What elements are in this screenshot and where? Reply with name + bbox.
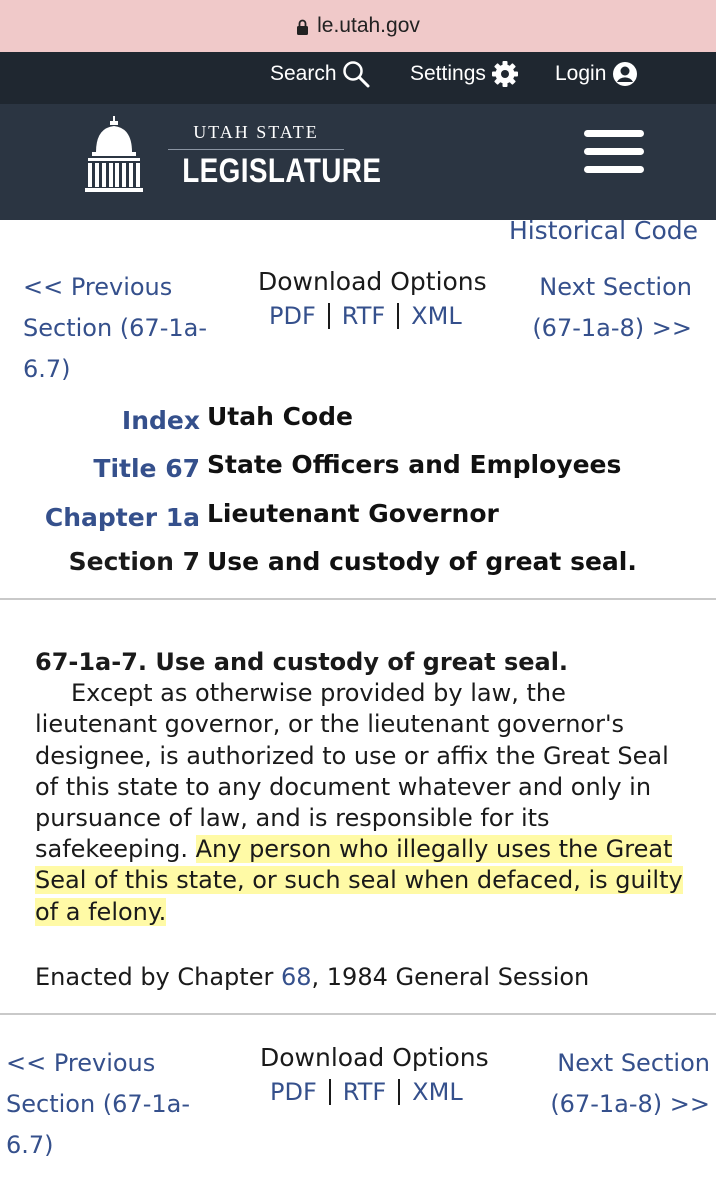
breadcrumb-index-value: Utah Code	[207, 402, 353, 431]
enacted-suffix: , 1984 General Session	[311, 963, 590, 991]
divider	[328, 1079, 331, 1105]
next-section-link-bottom[interactable]: Next Section (67-1a-8) >>	[550, 1043, 710, 1125]
next-line-1: Next Section	[539, 273, 692, 301]
prev-line-2: Section (67-1a-	[6, 1090, 190, 1118]
xml-download-link[interactable]: XML	[411, 302, 462, 330]
breadcrumb-chapter-link[interactable]: Chapter 1a	[45, 503, 200, 532]
settings-button[interactable]: Settings	[410, 52, 519, 96]
pdf-download-link[interactable]: PDF	[269, 302, 316, 330]
browser-url-bar[interactable]: le.utah.gov	[0, 0, 716, 52]
hamburger-menu-button[interactable]	[584, 130, 646, 174]
logo-subtitle: UTAH STATE	[193, 122, 319, 142]
next-line-1: Next Section	[557, 1049, 710, 1077]
logo-title[interactable]: LEGISLATURE	[182, 152, 381, 191]
breadcrumb-section: Section 7 Use and custody of great seal.	[0, 547, 716, 587]
prev-line-3: 6.7)	[6, 1131, 54, 1159]
logo-divider	[168, 149, 344, 150]
user-icon	[613, 62, 638, 86]
breadcrumb-title-value: State Officers and Employees	[207, 450, 622, 479]
menu-bar-icon	[584, 166, 644, 173]
breadcrumb-index-link[interactable]: Index	[122, 406, 200, 435]
download-links-bottom: PDF RTF XML	[270, 1078, 463, 1106]
login-button[interactable]: Login	[555, 52, 639, 96]
section-heading: 67-1a-7. Use and custody of great seal.	[35, 648, 569, 676]
divider	[398, 1079, 401, 1105]
menu-bar-icon	[584, 130, 644, 137]
breadcrumb-chapter-value: Lieutenant Governor	[207, 499, 499, 528]
next-line-2: (67-1a-8) >>	[532, 314, 692, 342]
pdf-download-link[interactable]: PDF	[270, 1078, 317, 1106]
capitol-logo-icon[interactable]	[84, 116, 144, 196]
prev-line-1: << Previous	[23, 273, 173, 301]
historical-code-link[interactable]: Historical Code	[509, 216, 698, 245]
breadcrumb-section-value: Use and custody of great seal.	[207, 547, 637, 576]
next-line-2: (67-1a-8) >>	[550, 1090, 710, 1118]
breadcrumb-chapter: Chapter 1a Lieutenant Governor	[0, 499, 716, 539]
breadcrumb-index: Index Utah Code	[0, 402, 716, 442]
menu-bar-icon	[584, 148, 644, 155]
url-text: le.utah.gov	[317, 14, 420, 37]
download-options-title-bottom: Download Options	[260, 1043, 489, 1072]
divider	[0, 1013, 716, 1015]
search-icon	[342, 61, 370, 88]
breadcrumb-title: Title 67 State Officers and Employees	[0, 450, 716, 490]
login-label: Login	[555, 62, 607, 85]
settings-label: Settings	[410, 62, 486, 85]
breadcrumb-title-link[interactable]: Title 67	[93, 454, 200, 483]
utility-bar: Search Settings Login	[0, 52, 716, 104]
search-button[interactable]: Search	[270, 52, 370, 96]
xml-download-link[interactable]: XML	[412, 1078, 463, 1106]
search-label: Search	[270, 62, 337, 85]
divider	[397, 303, 400, 329]
prev-line-3: 6.7)	[23, 355, 71, 383]
previous-section-link-bottom[interactable]: << Previous Section (67-1a- 6.7)	[6, 1043, 190, 1166]
enactment-note: Enacted by Chapter 68, 1984 General Sess…	[35, 962, 695, 993]
prev-line-2: Section (67-1a-	[23, 314, 207, 342]
next-section-link-top[interactable]: Next Section (67-1a-8) >>	[532, 267, 692, 349]
lock-icon	[297, 19, 309, 35]
breadcrumb-section-label: Section 7	[68, 547, 200, 576]
rtf-download-link[interactable]: RTF	[343, 1078, 386, 1106]
divider	[327, 303, 330, 329]
section-paragraph: Except as otherwise provided by law, the…	[35, 678, 695, 928]
download-links-top: PDF RTF XML	[269, 302, 462, 330]
divider	[0, 598, 716, 600]
previous-section-link-top[interactable]: << Previous Section (67-1a- 6.7)	[23, 267, 207, 390]
gear-icon	[491, 61, 518, 87]
chapter-68-link[interactable]: 68	[281, 963, 312, 991]
download-options-title-top: Download Options	[258, 267, 487, 296]
section-content: 67-1a-7. Use and custody of great seal. …	[35, 647, 695, 928]
enacted-prefix: Enacted by Chapter	[35, 963, 281, 991]
rtf-download-link[interactable]: RTF	[342, 302, 385, 330]
prev-line-1: << Previous	[6, 1049, 156, 1077]
